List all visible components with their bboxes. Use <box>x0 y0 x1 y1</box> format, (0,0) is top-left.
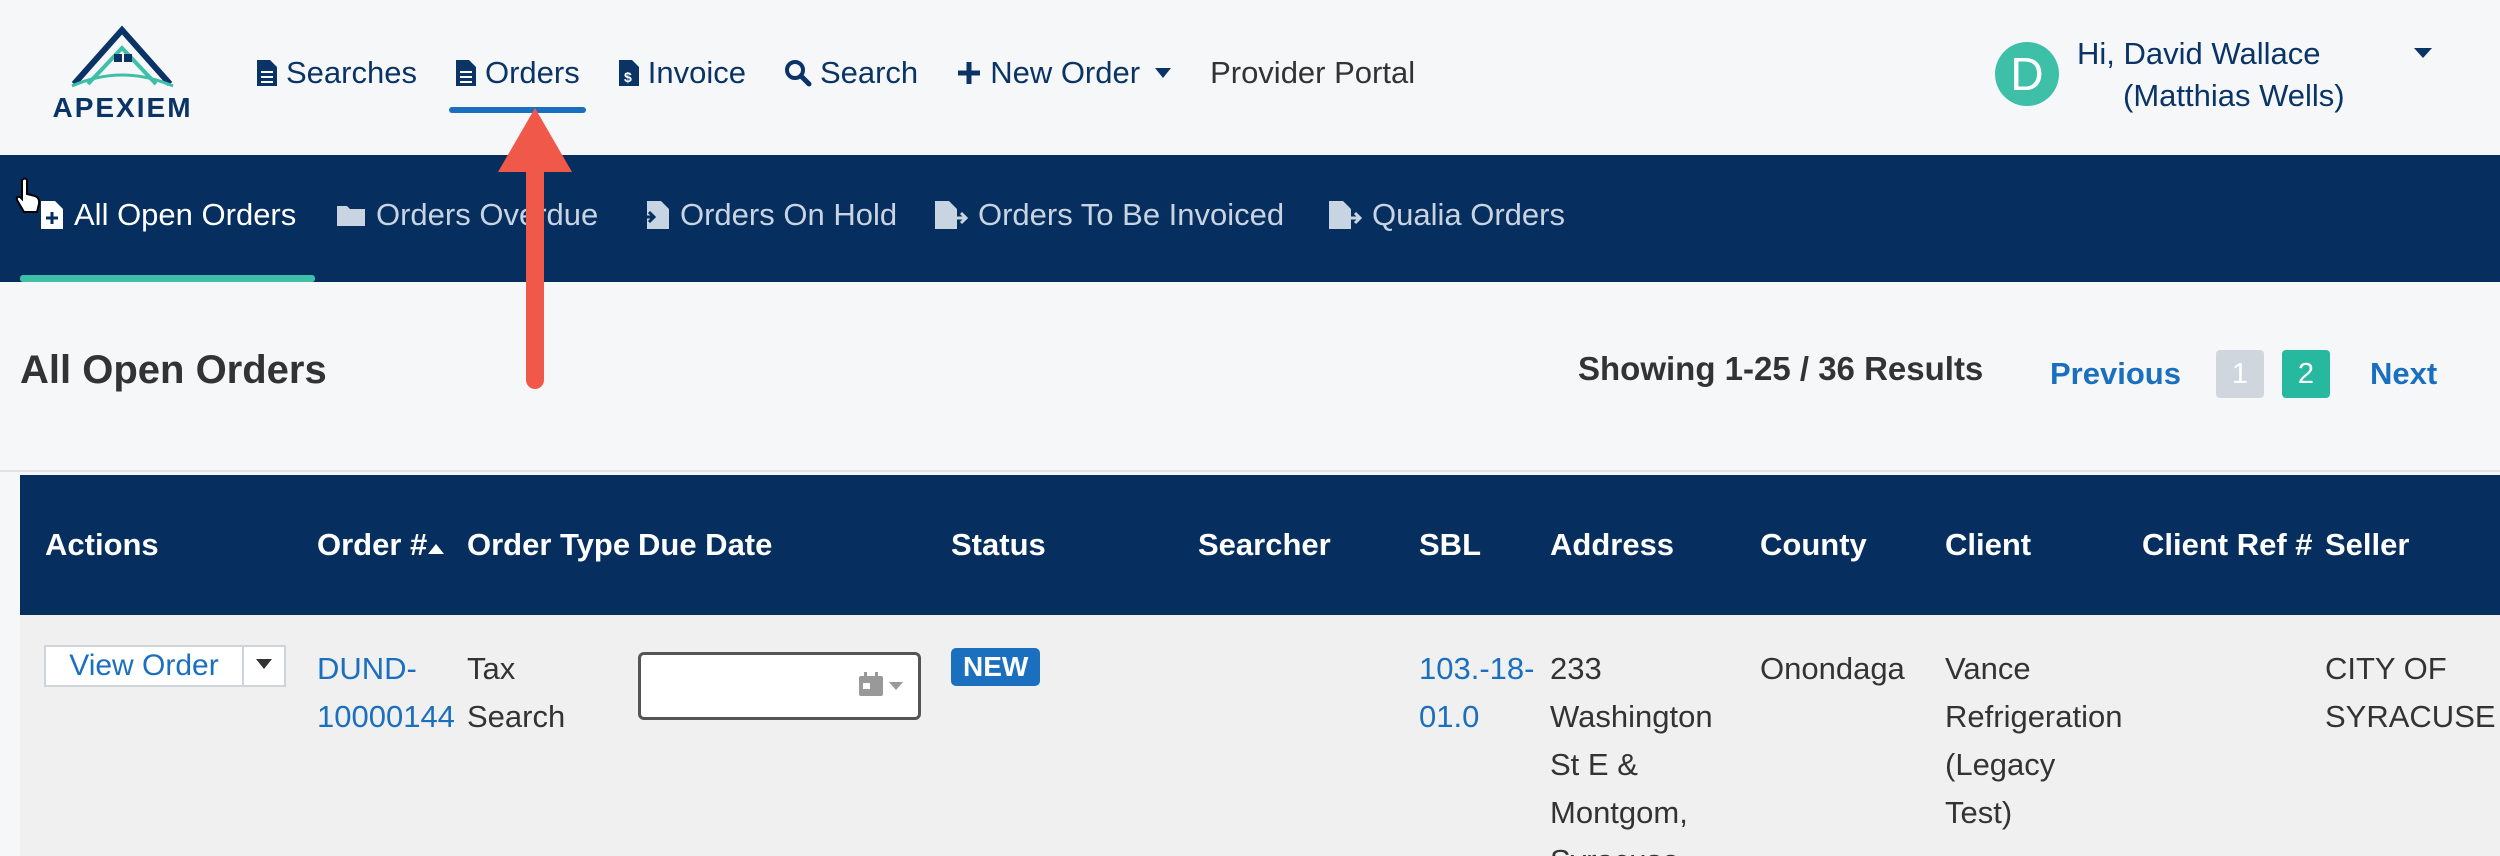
col-seller[interactable]: Seller <box>2325 527 2409 563</box>
client-line: (Legacy <box>1945 747 2056 782</box>
nav-provider-portal-label: Provider Portal <box>1210 55 1416 90</box>
col-searcher[interactable]: Searcher <box>1198 527 1331 563</box>
col-client-ref[interactable]: Client Ref # <box>2142 527 2313 563</box>
client-line: Test) <box>1945 795 2013 830</box>
seller-cell: CITY OF SYRACUSE <box>2325 645 2496 741</box>
nav-provider-portal[interactable]: Provider Portal <box>1210 55 1415 91</box>
annotation-arrow-icon <box>498 108 572 389</box>
chevron-down-icon[interactable] <box>2413 46 2433 64</box>
col-order-no[interactable]: Order # <box>317 527 445 563</box>
chevron-down-icon <box>1154 67 1172 79</box>
pagination-next[interactable]: Next <box>2370 356 2437 392</box>
order-number-line-1: DUND- <box>317 651 417 686</box>
order-number-line-2: 10000144 <box>317 699 455 734</box>
user-menu[interactable]: D Hi, David Wallace (Matthias Wells) <box>1995 28 2465 123</box>
tab-qualia-orders-label: Qualia Orders <box>1372 197 1565 232</box>
order-type-line-2: Search <box>467 699 566 734</box>
logo-house-icon <box>71 25 174 88</box>
address-line: Washington <box>1550 699 1713 734</box>
nav-orders[interactable]: Orders <box>448 55 586 113</box>
chevron-down-icon <box>255 657 273 675</box>
table-row: View Order DUND- 10000144 Tax Search NEW… <box>20 615 2500 856</box>
status-badge: NEW <box>951 648 1041 686</box>
seller-line-1: CITY OF <box>2325 651 2447 686</box>
tab-orders-on-hold[interactable]: Orders On Hold <box>638 197 897 233</box>
county-cell: Onondaga <box>1760 651 1905 686</box>
file-text-icon <box>256 59 278 87</box>
pagination-page-1[interactable]: 1 <box>2216 350 2264 398</box>
file-text-icon <box>455 59 477 87</box>
file-invoice-dollar-icon: $ <box>618 59 640 87</box>
client-line: Refrigeration <box>1945 699 2123 734</box>
col-county[interactable]: County <box>1760 527 1867 563</box>
row-actions-dropdown[interactable] <box>242 645 286 687</box>
nav-new-order[interactable]: New Order <box>956 55 1172 91</box>
order-number-link[interactable]: DUND- 10000144 <box>317 645 455 741</box>
active-tab-indicator <box>20 275 315 282</box>
search-icon <box>784 59 812 87</box>
tab-orders-to-be-invoiced-label: Orders To Be Invoiced <box>978 197 1285 232</box>
nav-search-label: Search <box>819 55 919 90</box>
col-actions: Actions <box>45 527 159 562</box>
address-cell: 233 Washington St E & Montgom, Syracuse <box>1550 645 1713 856</box>
client-cell: Vance Refrigeration (Legacy Test) <box>1945 645 2122 837</box>
tab-all-open-orders-label: All Open Orders <box>74 197 297 232</box>
col-client[interactable]: Client <box>1945 527 2031 563</box>
nav-orders-label: Orders <box>484 55 580 90</box>
view-order-button[interactable]: View Order <box>44 645 244 687</box>
col-order-no-label: Order # <box>317 527 428 562</box>
nav-invoice-label: Invoice <box>647 55 746 90</box>
address-line: Montgom, <box>1550 795 1688 830</box>
address-line: Syracuse <box>1550 837 1713 856</box>
calendar-icon <box>858 671 884 702</box>
seller-line-2: SYRACUSE <box>2325 699 2496 734</box>
nav-searches-label: Searches <box>286 55 417 90</box>
orders-tab-bar: All Open Orders Orders Overdue Orders On… <box>0 155 2500 282</box>
folder-icon <box>336 203 366 227</box>
sort-asc-icon <box>427 527 445 562</box>
divider <box>0 470 2500 472</box>
sbl-line-2: 01.0 <box>1419 699 1480 734</box>
page-title: All Open Orders <box>20 348 327 392</box>
file-export-icon <box>1328 200 1362 230</box>
due-date-picker[interactable] <box>638 652 921 720</box>
col-order-type[interactable]: Order Type <box>467 527 630 563</box>
user-alias: (Matthias Wells) <box>2123 78 2345 113</box>
brand-name: APEXIEM <box>52 92 193 123</box>
pagination-previous[interactable]: Previous <box>2050 356 2181 392</box>
results-count: Showing 1-25 / 36 Results <box>1578 350 1984 387</box>
col-status[interactable]: Status <box>951 527 1046 563</box>
tab-orders-on-hold-label: Orders On Hold <box>680 197 898 232</box>
nav-searches[interactable]: Searches <box>256 55 417 91</box>
orders-table-header: Actions Order # Order Type Due Date Stat… <box>20 475 2500 615</box>
pagination-page-2[interactable]: 2 <box>2282 350 2330 398</box>
svg-text:$: $ <box>624 69 632 85</box>
avatar: D <box>1995 42 2059 106</box>
sbl-line-1: 103.-18- <box>1419 651 1535 686</box>
nav-search[interactable]: Search <box>784 55 918 91</box>
tab-all-open-orders[interactable]: All Open Orders <box>40 197 296 233</box>
top-header: APEXIEM Searches Orders $ Invoice Search <box>0 0 2500 155</box>
user-greeting: Hi, David Wallace <box>2077 36 2321 71</box>
file-export-icon <box>934 200 968 230</box>
plus-icon <box>956 60 982 86</box>
order-type-line-1: Tax <box>467 651 516 686</box>
tab-qualia-orders[interactable]: Qualia Orders <box>1328 197 1565 233</box>
nav-new-order-label: New Order <box>990 55 1141 90</box>
chevron-down-icon <box>888 678 904 696</box>
address-line: St E & <box>1550 747 1638 782</box>
col-sbl[interactable]: SBL <box>1419 527 1481 563</box>
col-address[interactable]: Address <box>1550 527 1674 563</box>
order-type-cell: Tax Search <box>467 645 565 741</box>
nav-invoice[interactable]: $ Invoice <box>618 55 746 91</box>
brand-logo[interactable]: APEXIEM <box>50 24 195 129</box>
hand-cursor-icon <box>15 177 41 213</box>
tab-orders-to-be-invoiced[interactable]: Orders To Be Invoiced <box>934 197 1284 233</box>
sbl-link[interactable]: 103.-18- 01.0 <box>1419 645 1534 741</box>
file-import-icon <box>638 200 670 230</box>
main-nav: Searches Orders $ Invoice Search New Ord… <box>256 48 1453 113</box>
address-line: 233 <box>1550 651 1602 686</box>
client-line: Vance <box>1945 651 2031 686</box>
col-due-date[interactable]: Due Date <box>638 527 772 563</box>
